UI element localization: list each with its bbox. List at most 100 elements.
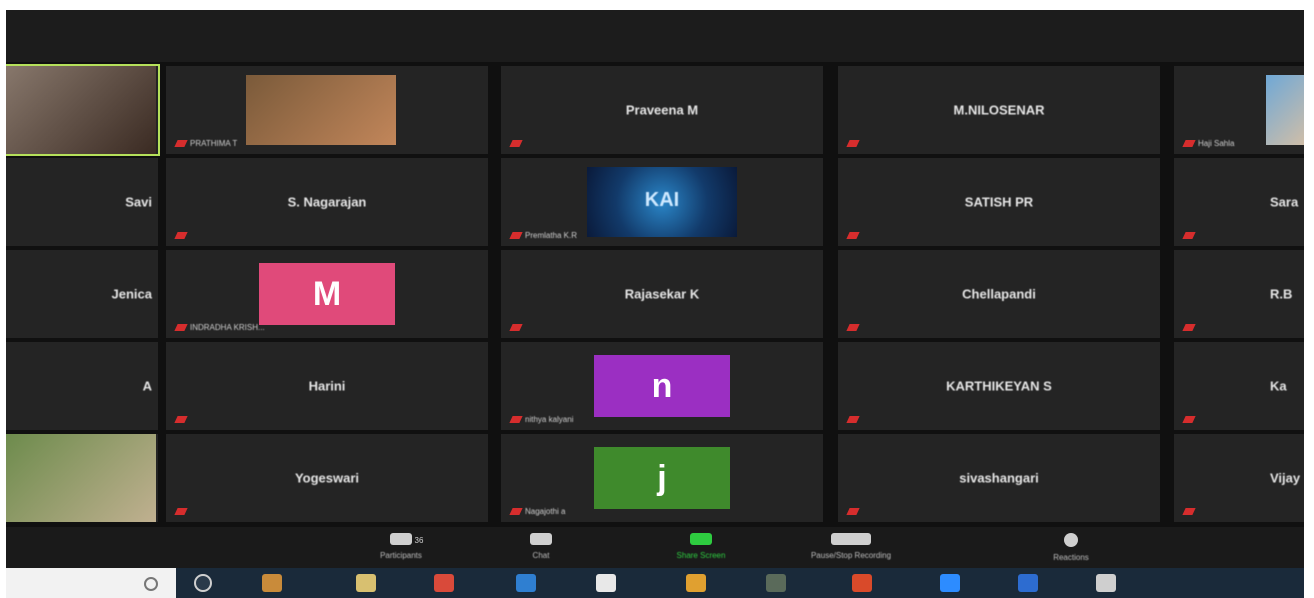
participant-tile[interactable]: Ka (1174, 342, 1304, 430)
meeting-toolbar: 36 Participants Chat Share Screen Pause/Stop… (6, 527, 1304, 568)
notepad-icon[interactable] (596, 574, 616, 592)
participant-tile[interactable]: Vijay (1174, 434, 1304, 522)
mic-muted-icon (846, 232, 860, 239)
participant-name: sivashangari (959, 470, 1039, 486)
muted-mic-indicator (1182, 231, 1198, 240)
participant-tile[interactable]: Chellapandi (838, 250, 1160, 338)
mic-muted-icon (1182, 232, 1196, 239)
mic-muted-icon (846, 416, 860, 423)
participant-name: Savi (125, 194, 152, 210)
mail-icon[interactable] (1018, 574, 1038, 592)
search-icon (144, 577, 158, 591)
mic-muted-icon (509, 508, 523, 515)
zoom-icon[interactable] (940, 574, 960, 592)
file-explorer-icon[interactable] (356, 574, 376, 592)
muted-mic-indicator (846, 139, 862, 148)
mic-muted-icon (509, 232, 523, 239)
zoom-meeting-window: PRATHIMA T Praveena M M.NILOSENAR Haji Sahl… (6, 10, 1304, 568)
participant-tile[interactable]: Sara (1174, 158, 1304, 246)
muted-mic-indicator: Premlatha K.R (509, 231, 577, 240)
chrome-icon[interactable] (434, 574, 454, 592)
participant-tile[interactable] (6, 64, 160, 156)
participant-tile[interactable]: Haji Sahla (1174, 66, 1304, 154)
participant-label: Haji Sahla (1198, 139, 1235, 148)
store-icon[interactable] (686, 574, 706, 592)
participant-tile[interactable]: M.NILOSENAR (838, 66, 1160, 154)
mic-muted-icon (1182, 324, 1196, 331)
mic-muted-icon (174, 232, 188, 239)
logo-text: KAI (644, 189, 680, 211)
muted-mic-indicator (509, 323, 525, 332)
meeting-top-bar (6, 10, 1304, 62)
firefox-icon[interactable] (852, 574, 872, 592)
participant-tile[interactable]: Jenica (6, 250, 158, 338)
mic-muted-icon (1182, 416, 1196, 423)
participant-name: Jenica (111, 286, 152, 302)
participant-tile[interactable]: n nithya kalyani (501, 342, 823, 430)
participant-tile[interactable]: KAI Premlatha K.R (501, 158, 823, 246)
mic-muted-icon (509, 140, 523, 147)
photos-icon[interactable] (766, 574, 786, 592)
cortana-icon[interactable] (194, 574, 212, 592)
participants-label: Participants (380, 551, 422, 560)
muted-mic-indicator (174, 415, 190, 424)
participant-name: R.B (1270, 286, 1293, 302)
participant-tile[interactable]: Yogeswari (166, 434, 488, 522)
mic-muted-icon (174, 324, 188, 331)
muted-mic-indicator (509, 139, 525, 148)
participant-tile[interactable]: R.B (1174, 250, 1304, 338)
muted-mic-indicator (174, 507, 190, 516)
participant-label: Nagajothi a (525, 507, 566, 516)
record-label: Pause/Stop Recording (810, 551, 892, 560)
participant-tile[interactable]: Savi (6, 158, 158, 246)
participant-tile[interactable]: j Nagajothi a (501, 434, 823, 522)
participant-avatar: j (594, 447, 730, 509)
participant-tile[interactable]: S. Nagarajan (166, 158, 488, 246)
record-icon (831, 533, 871, 545)
chat-button[interactable]: Chat (486, 533, 596, 565)
participant-tile[interactable]: A (6, 342, 158, 430)
task-view-icon[interactable] (262, 574, 282, 592)
taskbar-search-box[interactable] (6, 568, 176, 598)
muted-mic-indicator (846, 415, 862, 424)
feather-icon[interactable] (1096, 574, 1116, 592)
mic-muted-icon (174, 508, 188, 515)
share-screen-label: Share Screen (676, 551, 726, 560)
participant-tile[interactable]: Praveena M (501, 66, 823, 154)
chat-label: Chat (532, 551, 550, 560)
participant-label: nithya kalyani (525, 415, 574, 424)
reactions-button[interactable]: Reactions (1016, 533, 1126, 565)
participant-video-feed (6, 66, 156, 154)
participant-name: S. Nagarajan (287, 194, 367, 210)
participant-count: 36 (414, 536, 424, 545)
participant-name: A (142, 378, 152, 394)
share-screen-button[interactable]: Share Screen (646, 533, 756, 565)
participant-tile[interactable]: SATISH PR (838, 158, 1160, 246)
participant-tile[interactable]: KARTHIKEYAN S (838, 342, 1160, 430)
participants-icon: 36 (390, 533, 423, 545)
participant-avatar: M (259, 263, 395, 325)
record-button[interactable]: Pause/Stop Recording (796, 533, 906, 565)
muted-mic-indicator: nithya kalyani (509, 415, 573, 424)
windows-taskbar (6, 568, 1304, 598)
participant-tile[interactable]: Harini (166, 342, 488, 430)
mic-muted-icon (509, 324, 523, 331)
participant-tile[interactable] (6, 434, 158, 522)
muted-mic-indicator (174, 231, 190, 240)
participant-tile[interactable]: PRATHIMA T (166, 66, 488, 154)
participant-video-feed (1266, 75, 1304, 145)
participant-name: Vijay (1270, 470, 1301, 486)
participant-tile[interactable]: Rajasekar K (501, 250, 823, 338)
muted-mic-indicator: Haji Sahla (1182, 139, 1234, 148)
muted-mic-indicator: Nagajothi a (509, 507, 565, 516)
chat-icon (530, 533, 552, 545)
reactions-label: Reactions (1053, 553, 1089, 562)
participant-tile[interactable]: sivashangari (838, 434, 1160, 522)
participants-button[interactable]: 36 Participants (346, 533, 456, 565)
mic-muted-icon (174, 416, 188, 423)
participant-tile[interactable]: M INDRADHA KRISH... (166, 250, 488, 338)
mic-muted-icon (1182, 140, 1196, 147)
participant-label: Premlatha K.R (525, 231, 578, 240)
mic-muted-icon (509, 416, 523, 423)
edge-icon[interactable] (516, 574, 536, 592)
